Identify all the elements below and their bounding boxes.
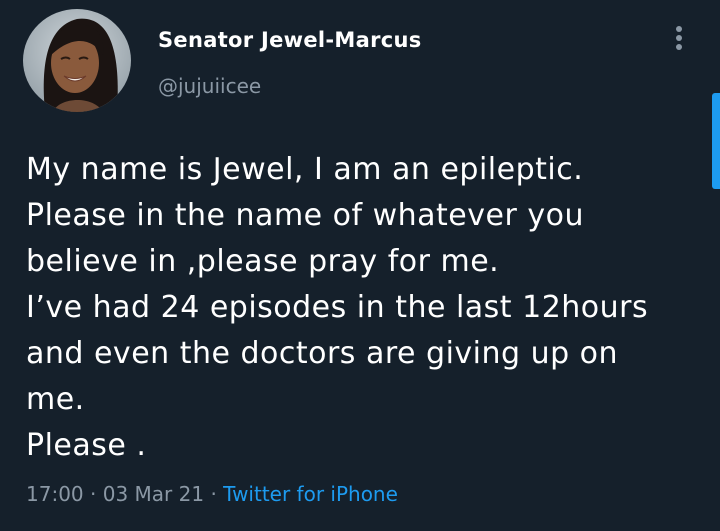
author-handle[interactable]: @jujuiicee <box>158 74 261 98</box>
tweet-time[interactable]: 17:00 <box>26 482 84 506</box>
scrollbar-thumb[interactable] <box>712 93 720 189</box>
tweet-date[interactable]: 03 Mar 21 <box>103 482 204 506</box>
tweet-source-link[interactable]: Twitter for iPhone <box>223 482 398 506</box>
tweet-metadata: 17:00 · 03 Mar 21 · Twitter for iPhone <box>26 482 398 506</box>
tweet-text-line: believe in ,please pray for me. <box>26 244 500 279</box>
more-dot <box>676 35 682 41</box>
tweet-text-line: Please in the name of whatever you <box>26 198 584 233</box>
avatar[interactable] <box>23 9 131 112</box>
more-dot <box>676 26 682 32</box>
tweet-text-line: My name is Jewel, I am an epileptic. <box>26 152 584 187</box>
more-dot <box>676 44 682 50</box>
author-display-name[interactable]: Senator Jewel-Marcus <box>158 28 422 52</box>
tweet-text-line: Please . <box>26 428 147 463</box>
tweet-text: My name is Jewel, I am an epileptic. Ple… <box>26 147 706 469</box>
meta-separator: · <box>90 482 97 506</box>
tweet-text-line: and even the doctors are giving up on <box>26 336 619 371</box>
more-vertical-icon[interactable] <box>672 26 686 56</box>
tweet-text-line: I’ve had 24 episodes in the last 12hours <box>26 290 649 325</box>
meta-separator: · <box>210 482 217 506</box>
tweet-detail: Senator Jewel-Marcus @jujuiicee My name … <box>0 0 720 531</box>
tweet-text-line: me. <box>26 382 85 417</box>
